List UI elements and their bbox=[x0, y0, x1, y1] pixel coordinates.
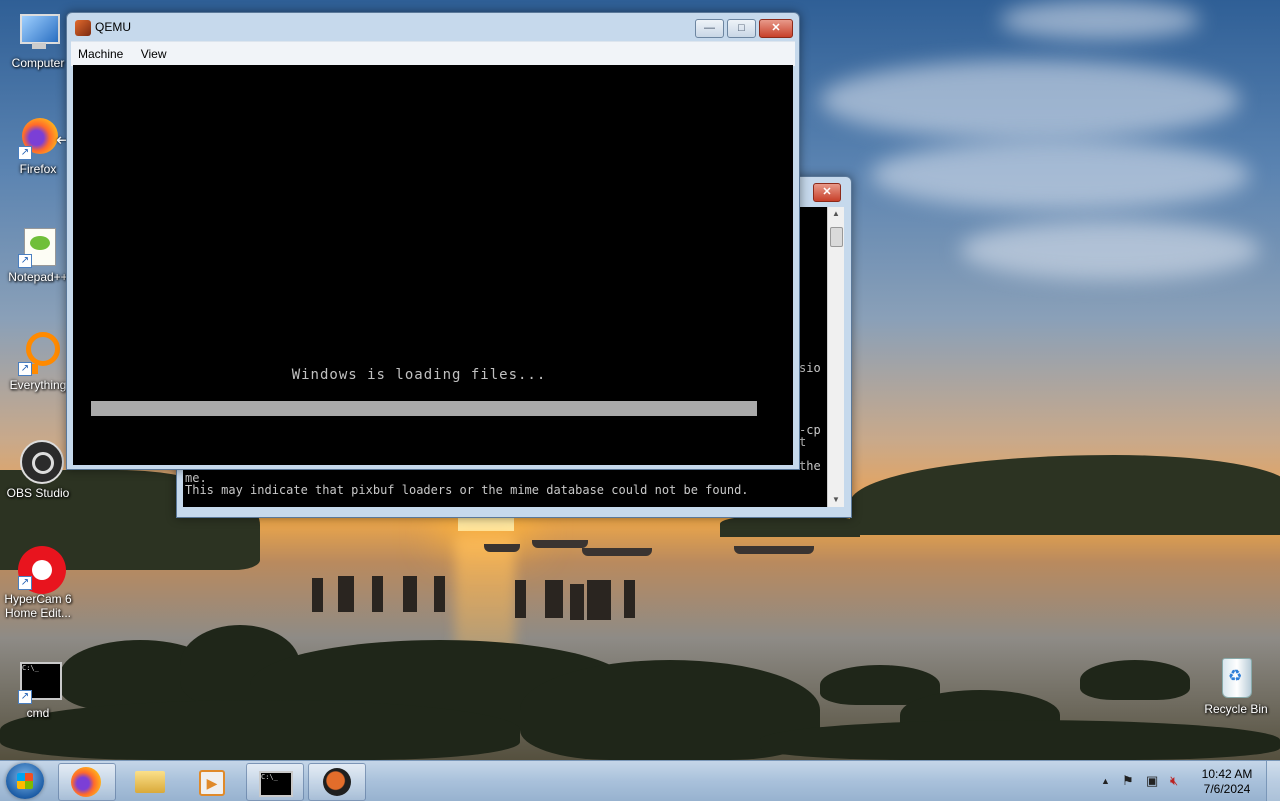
qemu-app-icon bbox=[75, 20, 91, 36]
taskbar-cmd[interactable]: C:\_ bbox=[246, 763, 304, 801]
desktop-icon-label: HyperCam 6 Home Edit... bbox=[4, 592, 72, 620]
console-scrollbar[interactable]: ▲ ▼ bbox=[827, 207, 844, 507]
boot-progress-track bbox=[91, 401, 757, 416]
desktop-icon-obs-studio[interactable]: OBS Studio bbox=[0, 440, 76, 500]
desktop-icon-hypercam[interactable]: ↗ HyperCam 6 Home Edit... bbox=[0, 546, 76, 620]
scroll-down-arrow-icon[interactable]: ▼ bbox=[828, 493, 844, 507]
shortcut-arrow-icon: ↗ bbox=[18, 254, 32, 268]
folder-icon bbox=[135, 771, 165, 793]
minimize-button[interactable]: — bbox=[695, 19, 724, 38]
close-button[interactable]: ✕ bbox=[759, 19, 793, 38]
maximize-icon: □ bbox=[738, 22, 745, 34]
shortcut-arrow-icon: ↗ bbox=[18, 146, 32, 160]
taskbar-media-player[interactable]: ▶ bbox=[183, 763, 239, 799]
close-button[interactable]: ✕ bbox=[813, 183, 841, 202]
desktop-icon-notepadpp[interactable]: ↗ Notepad++ bbox=[0, 224, 76, 284]
show-desktop-button[interactable] bbox=[1266, 761, 1280, 801]
taskbar-qemu[interactable] bbox=[308, 763, 366, 801]
clock-date: 7/6/2024 bbox=[1203, 782, 1251, 796]
clock[interactable]: 10:42 AM 7/6/2024 bbox=[1196, 767, 1258, 797]
console-line: This may indicate that pixbuf loaders or… bbox=[185, 483, 749, 497]
hypercam-icon: ↗ bbox=[16, 546, 66, 594]
shortcut-arrow-icon: ↗ bbox=[18, 690, 32, 704]
qemu-window[interactable]: QEMU — □ ✕ Machine View Windows is loadi… bbox=[66, 12, 800, 470]
desktop-icon-label: Computer bbox=[11, 56, 65, 70]
recycle-bin-icon: ♻ bbox=[1214, 656, 1258, 700]
window-title: QEMU bbox=[95, 20, 131, 34]
shortcut-arrow-icon: ↗ bbox=[18, 576, 32, 590]
close-icon: ✕ bbox=[822, 186, 832, 198]
qemu-icon bbox=[323, 768, 351, 796]
network-icon[interactable]: ▣ bbox=[1146, 773, 1158, 789]
desktop-icon-computer[interactable]: Computer bbox=[0, 10, 76, 70]
start-button[interactable] bbox=[6, 763, 44, 799]
taskbar-firefox[interactable] bbox=[58, 763, 116, 801]
vm-display[interactable]: Windows is loading files... bbox=[73, 65, 793, 465]
clock-time: 10:42 AM bbox=[1201, 767, 1253, 781]
action-center-flag-icon[interactable]: ⚑ bbox=[1122, 773, 1134, 789]
scroll-thumb[interactable] bbox=[830, 227, 843, 247]
taskbar-explorer[interactable] bbox=[122, 763, 178, 799]
desktop-icon-label: Firefox bbox=[19, 162, 57, 176]
cmd-icon: C:\_ ↗ bbox=[16, 660, 62, 704]
qemu-titlebar[interactable]: QEMU — □ ✕ bbox=[67, 13, 799, 41]
boot-message: Windows is loading files... bbox=[291, 367, 547, 383]
firefox-icon bbox=[71, 767, 101, 797]
minimize-icon: — bbox=[704, 22, 715, 34]
console-line: t bbox=[799, 435, 807, 449]
windows-logo-icon bbox=[17, 773, 33, 789]
menu-bar: Machine View bbox=[71, 41, 795, 66]
desktop-icon-label: OBS Studio bbox=[6, 486, 70, 500]
menu-view[interactable]: View bbox=[134, 42, 174, 61]
boot-progress-bar bbox=[91, 401, 757, 416]
taskbar: ▶ C:\_ ▲ ⚑ ▣ 🔇︎ 10:42 AM 7/6/2024 bbox=[0, 760, 1280, 801]
shortcut-arrow-icon: ↗ bbox=[18, 362, 32, 376]
desktop-icon-label: cmd bbox=[26, 706, 50, 720]
notepadpp-icon: ↗ bbox=[16, 224, 60, 268]
media-player-icon: ▶ bbox=[199, 770, 225, 796]
desktop-icon-label: Everything bbox=[9, 378, 67, 392]
desktop-icon-recycle-bin[interactable]: ♻ Recycle Bin bbox=[1198, 656, 1274, 716]
maximize-button[interactable]: □ bbox=[727, 19, 756, 38]
close-icon: ✕ bbox=[771, 22, 781, 34]
everything-search-icon: ↗ bbox=[16, 332, 60, 376]
scroll-up-arrow-icon[interactable]: ▲ bbox=[828, 207, 844, 221]
computer-icon bbox=[16, 10, 60, 54]
console-line: sio bbox=[799, 361, 821, 375]
console-line: the bbox=[799, 459, 821, 473]
desktop-icon-everything[interactable]: ↗ Everything bbox=[0, 332, 76, 392]
obs-icon bbox=[16, 440, 64, 484]
firefox-icon: ↗ bbox=[16, 116, 60, 160]
desktop-icon-cmd[interactable]: C:\_ ↗ cmd bbox=[0, 660, 76, 720]
tray-expand-icon[interactable]: ▲ bbox=[1101, 776, 1110, 786]
menu-machine[interactable]: Machine bbox=[71, 42, 130, 61]
volume-muted-icon[interactable]: 🔇︎ bbox=[1170, 773, 1178, 789]
desktop-icon-label: Recycle Bin bbox=[1204, 702, 1268, 716]
desktop-icon-label: Notepad++ bbox=[8, 270, 68, 284]
cmd-icon: C:\_ bbox=[259, 771, 293, 797]
